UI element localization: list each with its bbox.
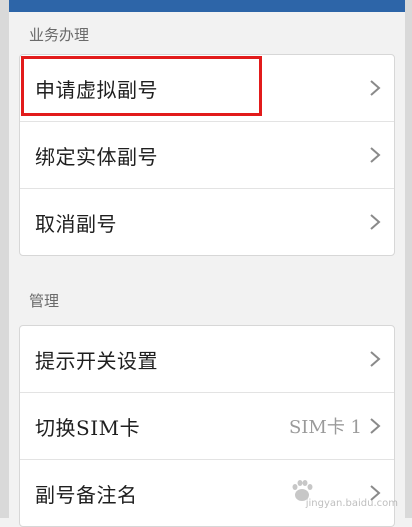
watermark-text: jingyan.baidu.com xyxy=(305,498,398,509)
right-frame xyxy=(405,0,412,518)
item-label: 绑定实体副号 xyxy=(35,144,158,169)
notification-toggle-settings-item[interactable]: 提示开关设置 xyxy=(20,326,394,392)
bind-physical-number-item[interactable]: 绑定实体副号 xyxy=(20,121,394,188)
section-title-business: 业务办理 xyxy=(29,26,90,44)
chevron-right-icon xyxy=(370,214,381,230)
left-frame xyxy=(0,0,9,518)
baidu-watermark: jingyan.baidu.com xyxy=(288,476,398,510)
switch-sim-item[interactable]: 切换SIM卡 SIM卡 1 xyxy=(20,392,394,459)
top-bar xyxy=(0,0,412,12)
cancel-number-item[interactable]: 取消副号 xyxy=(20,188,394,255)
selected-sim-value: SIM卡 1 xyxy=(288,417,362,438)
chevron-right-icon xyxy=(370,80,381,96)
item-label: 切换SIM卡 xyxy=(35,415,141,440)
chevron-right-icon xyxy=(370,418,381,434)
business-card: 申请虚拟副号 绑定实体副号 取消副号 xyxy=(19,54,395,256)
item-label: 取消副号 xyxy=(35,211,117,236)
item-label: 副号备注名 xyxy=(35,482,138,507)
chevron-right-icon xyxy=(370,351,381,367)
chevron-right-icon xyxy=(370,147,381,163)
item-label: 提示开关设置 xyxy=(35,348,158,373)
item-label: 申请虚拟副号 xyxy=(35,77,158,102)
settings-content: 业务办理 申请虚拟副号 绑定实体副号 取消副号 管理 提示开关设置 切换SIM卡… xyxy=(9,12,405,527)
section-title-manage: 管理 xyxy=(29,292,60,310)
apply-virtual-number-item[interactable]: 申请虚拟副号 xyxy=(20,55,394,121)
